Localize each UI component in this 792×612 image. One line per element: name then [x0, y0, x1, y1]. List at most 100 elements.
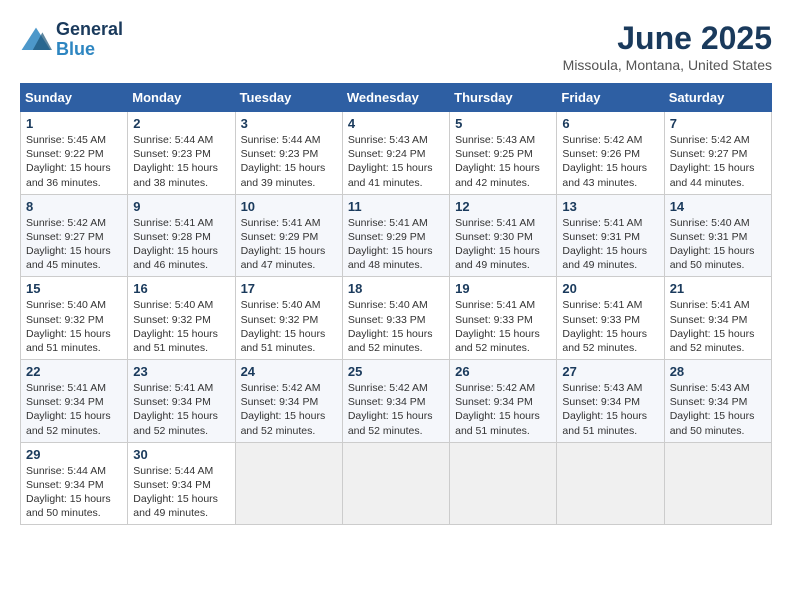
day-number: 17	[241, 281, 337, 296]
calendar-day-cell: 17 Sunrise: 5:40 AMSunset: 9:32 PMDayligh…	[235, 277, 342, 360]
day-info: Sunrise: 5:43 AMSunset: 9:24 PMDaylight:…	[348, 133, 444, 190]
day-info: Sunrise: 5:43 AMSunset: 9:25 PMDaylight:…	[455, 133, 551, 190]
calendar-day-cell: 7 Sunrise: 5:42 AMSunset: 9:27 PMDaylight…	[664, 112, 771, 195]
calendar-day-cell: 20Sunrise: 5:41 AMSunset: 9:33 PMDayligh…	[557, 277, 664, 360]
weekday-header: Monday	[128, 84, 235, 112]
day-number: 16	[133, 281, 229, 296]
month-title: June 2025	[563, 20, 772, 57]
calendar-day-cell: 16 Sunrise: 5:40 AMSunset: 9:32 PMDayligh…	[128, 277, 235, 360]
calendar-header-row: SundayMondayTuesdayWednesdayThursdayFrid…	[21, 84, 772, 112]
day-number: 3	[241, 116, 337, 131]
day-info: Sunrise: 5:40 AMSunset: 9:33 PMDaylight:…	[348, 298, 444, 355]
day-number: 2	[133, 116, 229, 131]
calendar-day-cell: 1 Sunrise: 5:45 AMSunset: 9:22 PMDaylight…	[21, 112, 128, 195]
day-number: 18	[348, 281, 444, 296]
day-number: 12	[455, 199, 551, 214]
calendar-day-cell: 27 Sunrise: 5:43 AMSunset: 9:34 PMDayligh…	[557, 360, 664, 443]
day-number: 19	[455, 281, 551, 296]
day-info: Sunrise: 5:41 AMSunset: 9:30 PMDaylight:…	[455, 216, 551, 273]
calendar-day-cell: 18 Sunrise: 5:40 AMSunset: 9:33 PMDayligh…	[342, 277, 449, 360]
location-label: Missoula, Montana, United States	[563, 57, 772, 73]
page-header: General Blue June 2025 Missoula, Montana…	[20, 20, 772, 73]
day-number: 22	[26, 364, 122, 379]
weekday-header: Wednesday	[342, 84, 449, 112]
day-number: 14	[670, 199, 766, 214]
calendar-day-cell: 30 Sunrise: 5:44 AMSunset: 9:34 PMDayligh…	[128, 442, 235, 525]
day-info: Sunrise: 5:44 AMSunset: 9:23 PMDaylight:…	[241, 133, 337, 190]
day-info: Sunrise: 5:44 AMSunset: 9:23 PMDaylight:…	[133, 133, 229, 190]
calendar-week-row: 8 Sunrise: 5:42 AMSunset: 9:27 PMDaylight…	[21, 194, 772, 277]
logo: General Blue	[20, 20, 123, 60]
day-number: 24	[241, 364, 337, 379]
calendar-day-cell: 14 Sunrise: 5:40 AMSunset: 9:31 PMDayligh…	[664, 194, 771, 277]
day-number: 26	[455, 364, 551, 379]
day-number: 21	[670, 281, 766, 296]
day-info: Sunrise: 5:41 AMSunset: 9:34 PMDaylight:…	[133, 381, 229, 438]
day-info: Sunrise: 5:41 AMSunset: 9:33 PMDaylight:…	[455, 298, 551, 355]
day-number: 6	[562, 116, 658, 131]
weekday-header: Friday	[557, 84, 664, 112]
calendar-day-cell: 4 Sunrise: 5:43 AMSunset: 9:24 PMDaylight…	[342, 112, 449, 195]
weekday-header: Tuesday	[235, 84, 342, 112]
day-number: 27	[562, 364, 658, 379]
calendar-day-cell	[557, 442, 664, 525]
day-number: 7	[670, 116, 766, 131]
day-number: 9	[133, 199, 229, 214]
day-info: Sunrise: 5:43 AMSunset: 9:34 PMDaylight:…	[670, 381, 766, 438]
day-number: 15	[26, 281, 122, 296]
day-info: Sunrise: 5:41 AMSunset: 9:29 PMDaylight:…	[241, 216, 337, 273]
calendar-day-cell: 13 Sunrise: 5:41 AMSunset: 9:31 PMDayligh…	[557, 194, 664, 277]
calendar-day-cell: 25 Sunrise: 5:42 AMSunset: 9:34 PMDayligh…	[342, 360, 449, 443]
calendar-day-cell	[342, 442, 449, 525]
calendar-day-cell: 19 Sunrise: 5:41 AMSunset: 9:33 PMDayligh…	[450, 277, 557, 360]
day-info: Sunrise: 5:41 AMSunset: 9:28 PMDaylight:…	[133, 216, 229, 273]
day-number: 5	[455, 116, 551, 131]
calendar-day-cell: 12 Sunrise: 5:41 AMSunset: 9:30 PMDayligh…	[450, 194, 557, 277]
day-number: 23	[133, 364, 229, 379]
day-info: Sunrise: 5:43 AMSunset: 9:34 PMDaylight:…	[562, 381, 658, 438]
day-info: Sunrise: 5:40 AMSunset: 9:32 PMDaylight:…	[26, 298, 122, 355]
calendar-day-cell: 29Sunrise: 5:44 AMSunset: 9:34 PMDayligh…	[21, 442, 128, 525]
calendar-day-cell: 5 Sunrise: 5:43 AMSunset: 9:25 PMDaylight…	[450, 112, 557, 195]
day-number: 25	[348, 364, 444, 379]
day-info: Sunrise: 5:40 AMSunset: 9:31 PMDaylight:…	[670, 216, 766, 273]
day-number: 8	[26, 199, 122, 214]
day-info: Sunrise: 5:42 AMSunset: 9:34 PMDaylight:…	[348, 381, 444, 438]
day-number: 1	[26, 116, 122, 131]
calendar-day-cell: 21 Sunrise: 5:41 AMSunset: 9:34 PMDayligh…	[664, 277, 771, 360]
title-block: June 2025 Missoula, Montana, United Stat…	[563, 20, 772, 73]
day-number: 4	[348, 116, 444, 131]
calendar-day-cell	[664, 442, 771, 525]
day-info: Sunrise: 5:42 AMSunset: 9:34 PMDaylight:…	[241, 381, 337, 438]
calendar-week-row: 22 Sunrise: 5:41 AMSunset: 9:34 PMDayligh…	[21, 360, 772, 443]
day-info: Sunrise: 5:41 AMSunset: 9:34 PMDaylight:…	[670, 298, 766, 355]
calendar-day-cell: 2 Sunrise: 5:44 AMSunset: 9:23 PMDaylight…	[128, 112, 235, 195]
calendar-day-cell	[450, 442, 557, 525]
day-info: Sunrise: 5:41 AMSunset: 9:33 PMDaylight:…	[562, 298, 658, 355]
calendar-day-cell	[235, 442, 342, 525]
day-info: Sunrise: 5:42 AMSunset: 9:27 PMDaylight:…	[670, 133, 766, 190]
day-info: Sunrise: 5:42 AMSunset: 9:27 PMDaylight:…	[26, 216, 122, 273]
calendar-day-cell: 22 Sunrise: 5:41 AMSunset: 9:34 PMDayligh…	[21, 360, 128, 443]
calendar-week-row: 29 Sunrise: 5:44 AMSunset: 9:34 PMDayligh…	[21, 442, 772, 525]
day-info: Sunrise: 5:44 AMSunset: 9:34 PMDaylight:…	[133, 464, 229, 521]
day-info: Sunrise: 5:45 AMSunset: 9:22 PMDaylight:…	[26, 133, 122, 190]
day-info: Sunrise: 5:40 AMSunset: 9:32 PMDaylight:…	[241, 298, 337, 355]
day-number: 11	[348, 199, 444, 214]
day-info: Sunrise: 5:40 AMSunset: 9:32 PMDaylight:…	[133, 298, 229, 355]
calendar-day-cell: 11Sunrise: 5:41 AMSunset: 9:29 PMDayligh…	[342, 194, 449, 277]
weekday-header: Saturday	[664, 84, 771, 112]
weekday-header: Thursday	[450, 84, 557, 112]
day-number: 29	[26, 447, 122, 462]
calendar-table: SundayMondayTuesdayWednesdayThursdayFrid…	[20, 83, 772, 525]
day-number: 30	[133, 447, 229, 462]
logo-icon	[20, 26, 52, 54]
calendar-day-cell: 23 Sunrise: 5:41 AMSunset: 9:34 PMDayligh…	[128, 360, 235, 443]
weekday-header: Sunday	[21, 84, 128, 112]
day-info: Sunrise: 5:41 AMSunset: 9:34 PMDaylight:…	[26, 381, 122, 438]
day-info: Sunrise: 5:41 AMSunset: 9:31 PMDaylight:…	[562, 216, 658, 273]
calendar-day-cell: 6Sunrise: 5:42 AMSunset: 9:26 PMDaylight…	[557, 112, 664, 195]
day-number: 13	[562, 199, 658, 214]
calendar-day-cell: 15 Sunrise: 5:40 AMSunset: 9:32 PMDayligh…	[21, 277, 128, 360]
day-number: 28	[670, 364, 766, 379]
